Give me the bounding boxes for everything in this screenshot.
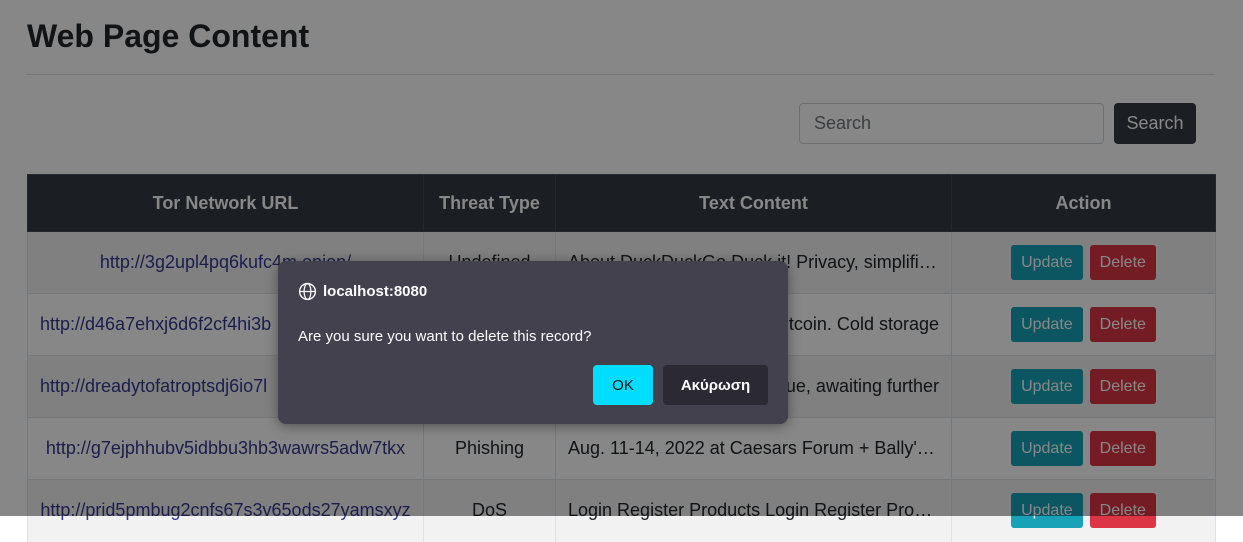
dialog-origin: localhost:8080 bbox=[323, 283, 428, 300]
ok-button[interactable]: OK bbox=[593, 365, 653, 405]
cancel-button[interactable]: Ακύρωση bbox=[663, 365, 768, 405]
modal-overlay bbox=[0, 0, 1243, 516]
confirm-dialog: localhost:8080 Are you sure you want to … bbox=[278, 261, 788, 424]
dialog-message: Are you sure you want to delete this rec… bbox=[298, 328, 592, 345]
globe-icon bbox=[298, 282, 317, 301]
